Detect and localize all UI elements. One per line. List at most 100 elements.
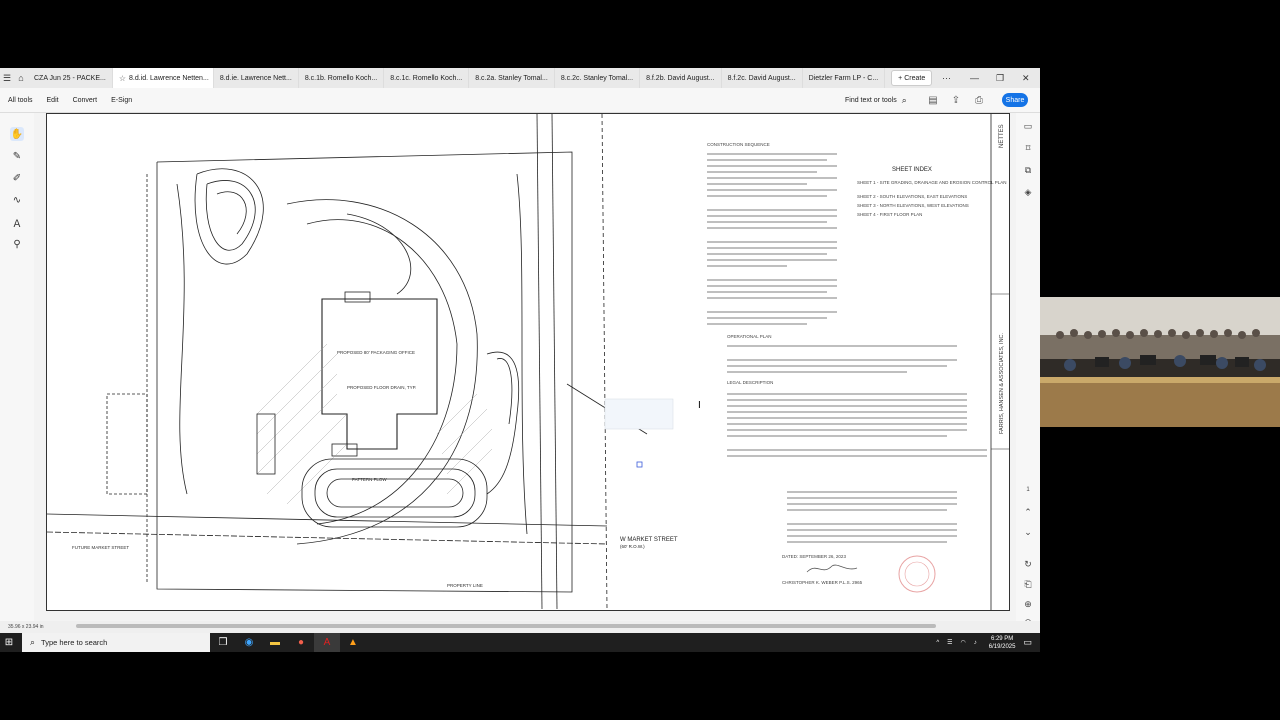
chrome-browser-icon[interactable]: ● [288,633,314,652]
meeting-video-feed [1040,297,1280,427]
taskbar-search[interactable]: ⌕ Type here to search [22,633,210,652]
clock[interactable]: 6:29 PM 6/19/2025 [989,635,1016,651]
bookmark-icon[interactable]: ⌑ [1021,141,1035,155]
tab-label: 8.f.2c. David August... [727,74,796,82]
upload-icon[interactable]: ⇪ [949,93,963,107]
main-toolbar: All tools Edit Convert E-Sign Find text … [0,88,1040,113]
menu-icon[interactable]: ☰ [0,68,14,88]
page-size-label: 35.96 x 23.94 in [8,624,44,630]
text-icon[interactable]: Ａ [10,215,24,230]
tab-cza-packet[interactable]: CZA Jun 25 - PACKE... [28,68,113,88]
close-window-icon[interactable]: ✕ [1022,68,1030,88]
firm-name: FARRIS, HANSEN & ASSOCIATES, INC. [999,332,1005,434]
future-market-label: FUTURE MARKET STREET [72,545,129,550]
find-tools-box[interactable]: Find text or tools ⌕ [845,88,907,112]
sheet-index-4: SHEET 4 - FIRST FLOOR PLAN [857,212,922,217]
annotation-marker[interactable] [636,461,643,468]
highlight-icon[interactable]: ✐ [10,171,24,185]
date-label: 6/19/2025 [988,643,1016,650]
print-icon[interactable]: ⎙ [972,93,986,107]
network-icon[interactable]: ☰ [947,639,952,646]
construction-sequence-heading: CONSTRUCTION SEQUENCE [707,142,770,147]
pattern-flow-label: PATTERN FLOW [352,477,387,482]
tab-label: 8.c.2a. Stanley Tomal... [475,74,548,82]
windows-taskbar: ⊞ ⌕ Type here to search ❒ ◉ ▬ ● A ▲ ^ ☰ ◠… [0,633,1040,652]
share-button[interactable]: Share [1002,93,1028,107]
tab-romello-koch-1c[interactable]: 8.c.1c. Romello Koch... [384,68,470,88]
comment-icon[interactable]: ✎ [10,149,24,163]
wifi-icon[interactable]: ◠ [961,639,966,646]
tab-lawrence-nett-1e[interactable]: 8.d.ie. Lawrence Nett... [214,68,299,88]
page-down-icon[interactable]: ⌄ [1021,525,1035,539]
sheet-index-1: SHEET 1 - SITE GRADING, DRAINAGE AND ERO… [857,180,1007,185]
site-plan-drawing: PROPOSED 80' PACKAGING OFFICE PROPOSED F… [46,113,1009,610]
search-placeholder: Type here to search [41,638,108,647]
dated-label: DATED: SEPTEMBER 26, 2023 [782,554,846,559]
tab-label: 8.c.2c. Stanley Tomal... [560,74,634,82]
sheet-index-title: SHEET INDEX [892,167,932,173]
more-icon[interactable]: ··· [942,68,951,88]
task-view-icon[interactable]: ❒ [210,633,236,652]
zoom-in-icon[interactable]: ⊕ [1021,597,1035,611]
volume-icon[interactable]: ♪ [974,640,977,646]
page-up-icon[interactable]: ⌃ [1021,505,1035,519]
ai-assistant-icon[interactable]: ▤ [926,93,940,107]
home-icon[interactable]: ⌂ [14,68,28,88]
tab-label: 8.d.ie. Lawrence Nett... [219,74,292,82]
convert-menu[interactable]: Convert [73,97,98,104]
tab-stanley-tomal-2c[interactable]: 8.c.2c. Stanley Tomal... [555,68,641,88]
sheet-index-2: SHEET 2 - SOUTH ELEVATIONS, EAST ELEVATI… [857,194,967,199]
tab-stanley-tomal-2a[interactable]: 8.c.2a. Stanley Tomal... [469,68,555,88]
all-tools-menu[interactable]: All tools [8,97,33,104]
create-label: Create [904,74,926,82]
minimize-icon[interactable]: — [970,68,979,88]
horizontal-scrollbar[interactable] [76,624,936,628]
property-line-label: PROPERTY LINE [447,583,483,588]
maximize-icon[interactable]: ❐ [996,68,1004,88]
notifications-icon[interactable]: ▭ [1023,637,1032,648]
selection-marker [604,398,674,430]
mouse-cursor-icon: I [698,400,701,411]
esign-menu[interactable]: E-Sign [111,97,132,104]
pdf-page[interactable]: PROPOSED 80' PACKAGING OFFICE PROPOSED F… [46,113,1010,611]
tab-david-august-2b[interactable]: 8.f.2b. David August... [640,68,722,88]
building-label: PROPOSED 80' PACKAGING OFFICE [337,350,415,355]
create-tab-button[interactable]: + Create [891,70,933,86]
tab-label: CZA Jun 25 - PACKE... [34,74,106,82]
floor-drain-label: PROPOSED FLOOR DRAIN, TYP. [347,385,416,390]
tab-label: 8.f.2b. David August... [646,74,715,82]
acrobat-window: ☰ ⌂ CZA Jun 25 - PACKE... ☆ 8.d.id. Lawre… [0,68,1040,633]
acrobat-app-icon[interactable]: A [314,633,340,652]
layers-icon[interactable]: ◈ [1021,185,1035,199]
left-tool-rail: ✋ ✎ ✐ ∿ Ａ ⚲ [0,113,34,623]
operational-plan-heading: OPERATIONAL PLAN [727,334,772,339]
sheet-index-3: SHEET 3 - NORTH ELEVATIONS, WEST ELEVATI… [857,203,969,208]
vlc-app-icon[interactable]: ▲ [340,633,366,652]
legal-description-heading: LEGAL DESCRIPTION [727,380,773,385]
title-block-short: NETTES [999,124,1005,148]
draw-icon[interactable]: ∿ [10,193,24,207]
page-number: 1 [1026,487,1030,493]
hand-icon[interactable]: ✋ [10,127,24,141]
tab-label: 8.c.1c. Romello Koch... [390,74,463,82]
stamp-icon[interactable]: ⚲ [10,237,24,251]
save-icon[interactable]: ⎗ [1021,577,1035,591]
surveyor-seal [898,555,936,593]
chevron-up-icon[interactable]: ^ [936,640,939,646]
system-tray: ^ ☰ ◠ ♪ 6:29 PM 6/19/2025 ▭ [932,633,1032,652]
street-sub-label: (60' R.O.W.) [620,544,645,549]
tab-label: 8.c.1b. Romello Koch... [304,74,378,82]
edit-menu[interactable]: Edit [47,97,59,104]
tab-dietzler-farm[interactable]: Dietzler Farm LP - C... [803,68,886,88]
comments-panel-icon[interactable]: ▭ [1021,119,1035,133]
search-icon: ⌕ [30,637,36,647]
refresh-icon[interactable]: ↻ [1021,557,1035,571]
file-explorer-icon[interactable]: ▬ [262,633,288,652]
pages-icon[interactable]: ⧉ [1021,163,1035,177]
tab-label: 8.d.id. Lawrence Netten... [129,74,209,82]
edge-browser-icon[interactable]: ◉ [236,633,262,652]
tab-lawrence-netten-1d[interactable]: ☆8.d.id. Lawrence Netten...× [112,68,214,88]
tab-romello-koch-1b[interactable]: 8.c.1b. Romello Koch... [299,68,385,88]
windows-start-icon[interactable]: ⊞ [0,633,18,652]
tab-david-august-2c[interactable]: 8.f.2c. David August... [722,68,803,88]
